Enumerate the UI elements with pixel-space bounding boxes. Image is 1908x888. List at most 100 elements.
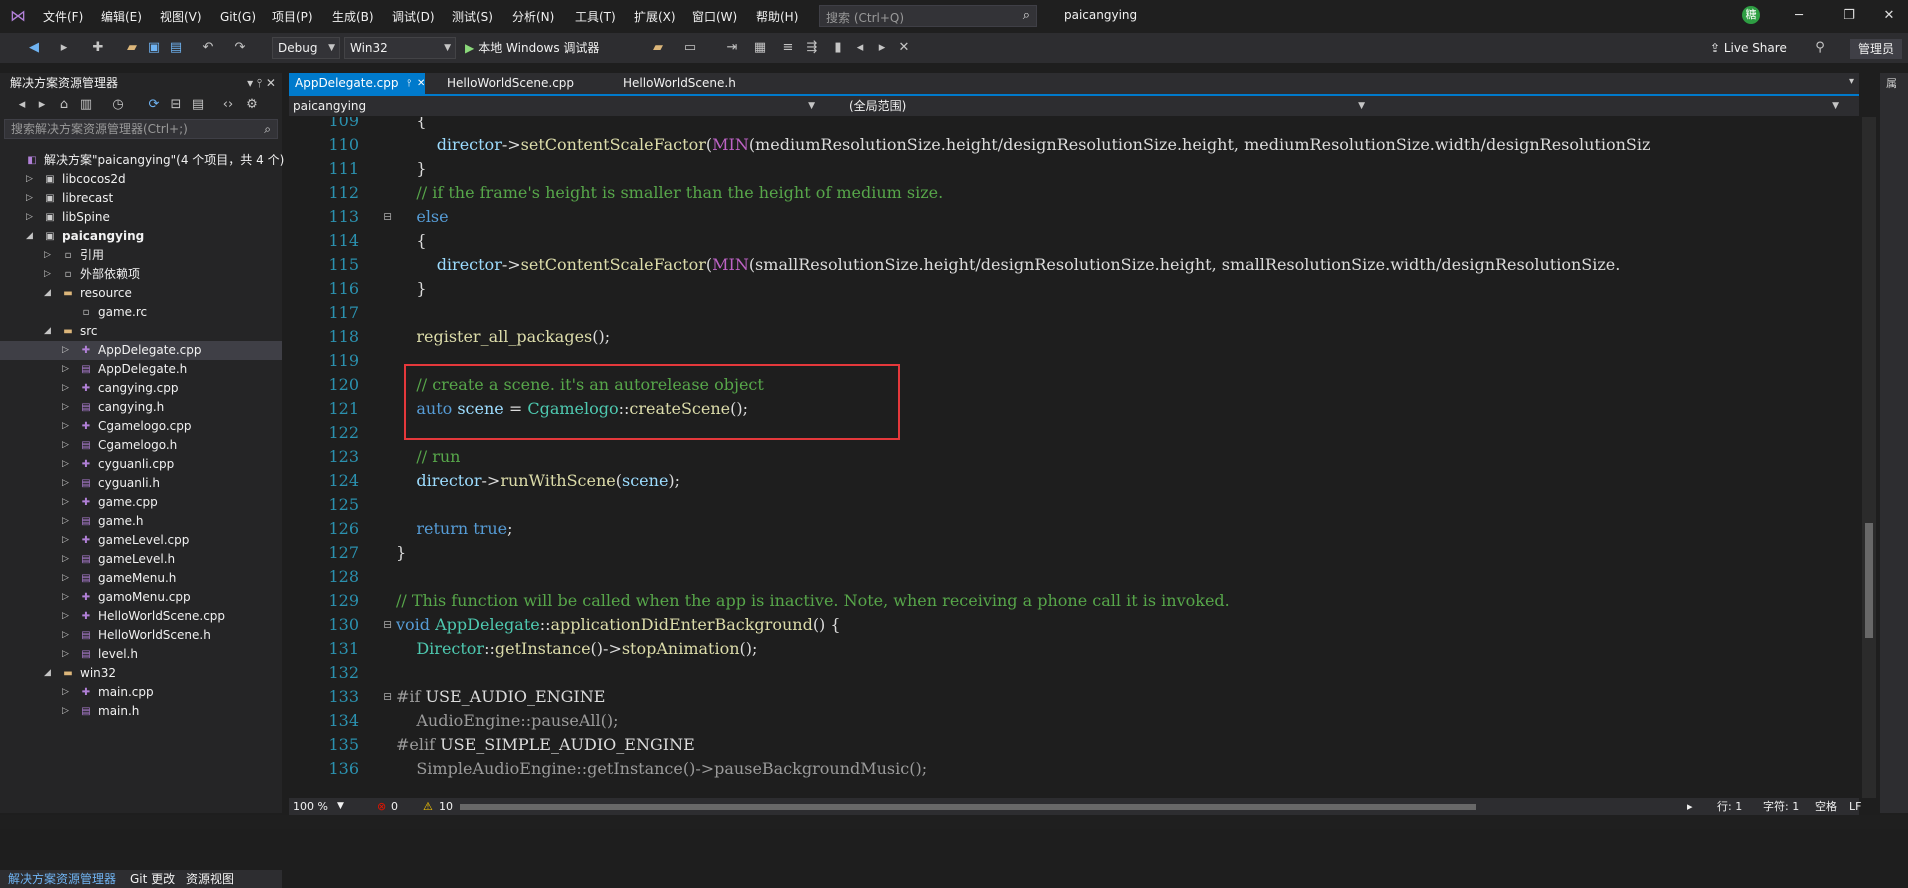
scroll-right-icon[interactable]: ▸: [1687, 798, 1693, 815]
expand-arrow-icon[interactable]: ▷: [62, 512, 72, 531]
tree-item[interactable]: ▷ ✚ main.cpp: [0, 683, 282, 702]
scroll-thumb[interactable]: [1865, 523, 1873, 638]
tab-list-icon[interactable]: ▾: [1849, 76, 1854, 87]
indent-icon[interactable]: ⇶: [804, 40, 820, 56]
tree-item[interactable]: ▷ ▫ 外部依赖项: [0, 265, 282, 284]
menu-item[interactable]: Git(G): [220, 8, 256, 26]
expand-arrow-icon[interactable]: ▷: [62, 645, 72, 664]
tree-item[interactable]: ▷ ✚ cangying.cpp: [0, 379, 282, 398]
avatar[interactable]: 糖: [1742, 6, 1760, 24]
project-dropdown[interactable]: paicangying ▼: [293, 98, 815, 114]
whitespace-indicator[interactable]: 空格: [1815, 798, 1837, 815]
tab-helloworldscene-cpp[interactable]: HelloWorldScene.cpp: [441, 73, 580, 94]
expand-arrow-icon[interactable]: ▷: [62, 588, 72, 607]
back-icon[interactable]: ◂: [14, 97, 30, 113]
home-icon[interactable]: ⌂: [56, 97, 72, 113]
tree-item[interactable]: ▷ ✚ HelloWorldScene.cpp: [0, 607, 282, 626]
expand-arrow-icon[interactable]: ▷: [62, 398, 72, 417]
forward-icon[interactable]: ▸: [34, 97, 50, 113]
sync-icon[interactable]: ⟳: [146, 97, 162, 113]
horizontal-scrollbar[interactable]: [460, 804, 1476, 810]
menu-item[interactable]: 调试(D): [392, 8, 435, 26]
collapse-icon[interactable]: ⊟: [168, 97, 184, 113]
switch-view-icon[interactable]: ▥: [78, 97, 94, 113]
menu-item[interactable]: 生成(B): [332, 8, 374, 26]
vertical-scrollbar[interactable]: [1862, 117, 1876, 798]
solution-search-input[interactable]: 搜索解决方案资源管理器(Ctrl+;) ⌕: [4, 119, 278, 139]
step-icon[interactable]: ⇥: [724, 40, 740, 56]
open-folder-icon[interactable]: ▰: [124, 40, 140, 56]
tree-item[interactable]: ▷ ▤ AppDelegate.h: [0, 360, 282, 379]
tree-item[interactable]: ▷ ▫ 引用: [0, 246, 282, 265]
error-count[interactable]: 0: [391, 798, 398, 815]
tree-item[interactable]: ▷ ✚ AppDelegate.cpp: [0, 341, 282, 360]
expand-arrow-icon[interactable]: ▷: [62, 607, 72, 626]
expand-arrow-icon[interactable]: ▷: [62, 360, 72, 379]
live-share-button[interactable]: ⇪ Live Share: [1710, 41, 1787, 55]
outline-icon[interactable]: ▦: [752, 40, 768, 56]
expand-arrow-icon[interactable]: ▷: [62, 417, 72, 436]
tree-item[interactable]: ▷ ▤ Cgamelogo.h: [0, 436, 282, 455]
redo-icon[interactable]: ↷: [232, 40, 248, 56]
tab-helloworldscene-h[interactable]: HelloWorldScene.h: [617, 73, 742, 94]
tree-item[interactable]: ▷ ▣ libcocos2d: [0, 170, 282, 189]
tree-item[interactable]: ◧ 解决方案"paicangying"(4 个项目，共 4 个): [0, 151, 284, 170]
tab-appdelegate-cpp[interactable]: AppDelegate.cpp ⫯ ✕: [289, 73, 425, 94]
tree-item[interactable]: ▷ ✚ cyguanli.cpp: [0, 455, 282, 474]
menu-item[interactable]: 窗口(W): [692, 8, 737, 26]
minimize-button[interactable]: ─: [1782, 6, 1816, 26]
pin-icon[interactable]: ⫯: [407, 73, 411, 94]
next-bookmark-icon[interactable]: ▸: [874, 40, 890, 56]
menu-item[interactable]: 测试(S): [452, 8, 493, 26]
save-icon[interactable]: ▣: [146, 40, 162, 56]
bottom-tab[interactable]: 资源视图: [186, 870, 234, 888]
bottom-tab[interactable]: Git 更改: [130, 870, 175, 888]
expand-arrow-icon[interactable]: ▷: [26, 208, 36, 227]
fold-toggle-icon[interactable]: ⊟: [383, 613, 392, 637]
tree-item[interactable]: ◢ ▬ win32: [0, 664, 282, 683]
folder-icon[interactable]: ▰: [650, 40, 666, 56]
history-icon[interactable]: ◷: [110, 97, 126, 113]
tree-item[interactable]: ▷ ▤ level.h: [0, 645, 282, 664]
expand-arrow-icon[interactable]: ▷: [62, 341, 72, 360]
warning-count[interactable]: 10: [439, 798, 453, 815]
clear-bookmark-icon[interactable]: ✕: [896, 40, 912, 56]
bookmark-icon[interactable]: ▮: [830, 40, 846, 56]
expand-arrow-icon[interactable]: ▷: [62, 493, 72, 512]
tree-item[interactable]: ▷ ✚ gameLevel.cpp: [0, 531, 282, 550]
hscroll-thumb[interactable]: [460, 804, 1476, 810]
tree-item[interactable]: ▫ game.rc: [0, 303, 282, 322]
menu-item[interactable]: 扩展(X): [634, 8, 676, 26]
tree-item[interactable]: ▷ ▤ gameLevel.h: [0, 550, 282, 569]
close-icon[interactable]: ✕: [417, 73, 425, 94]
menu-item[interactable]: 编辑(E): [101, 8, 142, 26]
expand-arrow-icon[interactable]: ▷: [62, 550, 72, 569]
maximize-button[interactable]: ❐: [1832, 6, 1866, 26]
search-input[interactable]: 搜索 (Ctrl+Q) ⌕: [819, 5, 1037, 27]
platform-select[interactable]: Win32 ▼: [344, 37, 456, 59]
menu-item[interactable]: 工具(T): [575, 8, 616, 26]
undo-icon[interactable]: ↶: [200, 40, 216, 56]
tree-item[interactable]: ▷ ▤ cyguanli.h: [0, 474, 282, 493]
close-button[interactable]: ✕: [1872, 6, 1906, 26]
tree-item[interactable]: ▷ ▤ main.h: [0, 702, 282, 721]
properties-tab[interactable]: 属: [1886, 75, 1897, 91]
show-all-icon[interactable]: ▤: [190, 97, 206, 113]
collapse-arrow-icon[interactable]: ◢: [26, 227, 36, 246]
fold-toggle-icon[interactable]: ⊟: [383, 205, 392, 229]
expand-arrow-icon[interactable]: ▷: [62, 474, 72, 493]
expand-arrow-icon[interactable]: ▷: [26, 170, 36, 189]
tree-item[interactable]: ▷ ▣ librecast: [0, 189, 282, 208]
tree-item[interactable]: ▷ ▣ libSpine: [0, 208, 282, 227]
collapse-arrow-icon[interactable]: ◢: [44, 664, 54, 683]
expand-arrow-icon[interactable]: ▷: [44, 265, 54, 284]
panel-controls[interactable]: ▾ ⫯ ✕: [247, 73, 276, 93]
screen-icon[interactable]: ▭: [682, 40, 698, 56]
scope-dropdown[interactable]: (全局范围) ▼: [835, 98, 1365, 114]
expand-arrow-icon[interactable]: ▷: [62, 683, 72, 702]
expand-arrow-icon[interactable]: ▷: [62, 626, 72, 645]
expand-arrow-icon[interactable]: ▷: [62, 531, 72, 550]
code-icon[interactable]: ‹›: [220, 97, 236, 113]
expand-arrow-icon[interactable]: ▷: [62, 702, 72, 721]
expand-arrow-icon[interactable]: ▷: [44, 246, 54, 265]
